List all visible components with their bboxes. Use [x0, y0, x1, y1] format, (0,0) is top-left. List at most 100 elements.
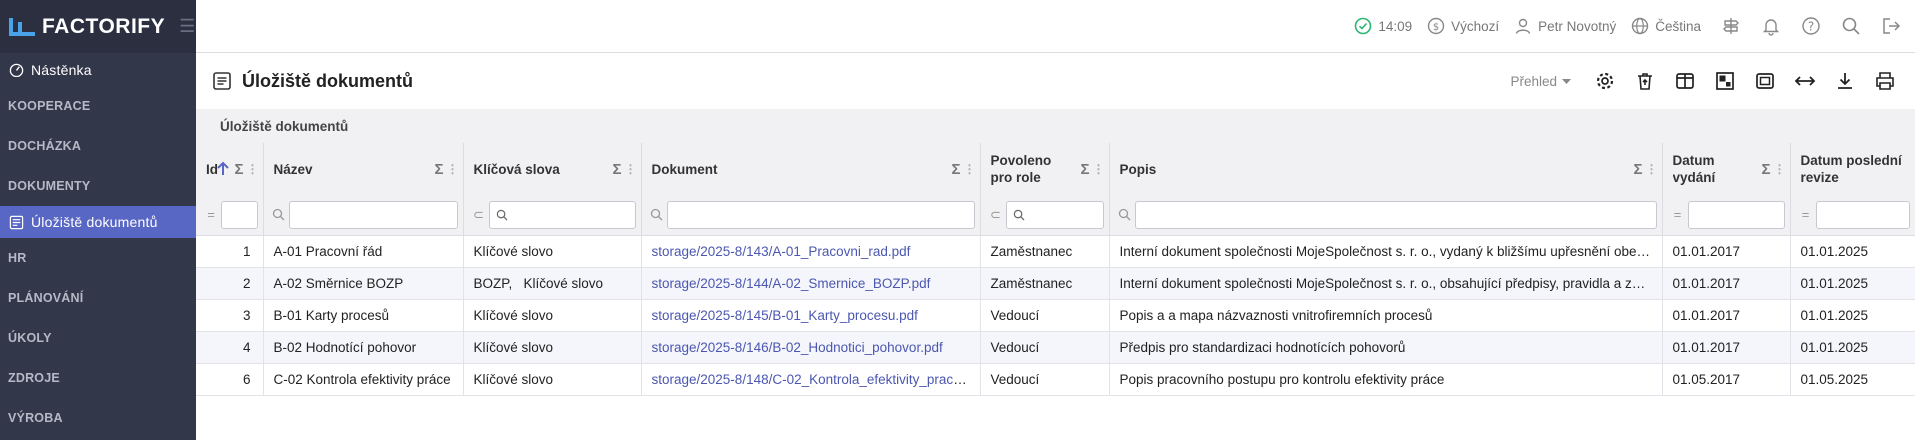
more-icon[interactable]: ⋮ [247, 161, 259, 178]
search-icon[interactable] [269, 208, 289, 221]
equals-icon[interactable]: = [1796, 207, 1816, 222]
signpost-icon[interactable] [1721, 16, 1741, 36]
toolbar: Přehled [1510, 66, 1915, 96]
sum-icon[interactable]: Σ [1633, 161, 1642, 178]
sort-ascending-icon[interactable] [216, 161, 230, 177]
document-link[interactable]: storage/2025-8/145/B-01_Karty_procesu.pd… [652, 308, 918, 323]
more-icon[interactable]: ⋮ [1093, 161, 1105, 178]
view-select-value: Přehled [1510, 73, 1557, 89]
cell-role: Vedoucí [980, 331, 1110, 364]
document-link[interactable]: storage/2025-8/146/B-02_Hodnotici_pohovo… [652, 340, 943, 355]
column-header-description[interactable]: Popis Σ ⋮ [1109, 143, 1663, 195]
layout-button[interactable] [1705, 66, 1745, 96]
sum-icon[interactable]: Σ [612, 161, 621, 178]
bell-icon[interactable] [1761, 16, 1781, 36]
cell-issued: 01.01.2017 [1662, 299, 1791, 332]
more-icon[interactable]: ⋮ [447, 161, 459, 178]
cell-description: Interní dokument společnosti MojeSpolečn… [1109, 267, 1663, 300]
header-row: Id Σ ⋮ Název Σ ⋮ Klíčová slova Σ ⋮ Dokument Σ ⋮… [196, 143, 1915, 195]
logout-icon[interactable] [1881, 16, 1901, 36]
sidebar-item-planovani[interactable]: PLÁNOVÁNÍ [0, 278, 196, 318]
more-icon[interactable]: ⋮ [1774, 161, 1786, 178]
table-row[interactable]: 6 C-02 Kontrola efektivity práce Klíčové… [196, 363, 1915, 396]
help-icon[interactable]: ? [1801, 16, 1821, 36]
column-header-keywords[interactable]: Klíčová slova Σ ⋮ [463, 143, 642, 195]
sidebar-item-hr[interactable]: HR [0, 238, 196, 278]
column-header-name[interactable]: Název Σ ⋮ [263, 143, 464, 195]
settings-button[interactable] [1585, 66, 1625, 96]
column-header-document[interactable]: Dokument Σ ⋮ [641, 143, 981, 195]
subset-icon[interactable]: ⊂ [469, 207, 489, 223]
printer-icon [1876, 72, 1894, 90]
sidebar-item-vyroba[interactable]: VÝROBA [0, 398, 196, 438]
more-icon[interactable]: ⋮ [964, 161, 976, 178]
columns-button[interactable] [1665, 66, 1705, 96]
view-select[interactable]: Přehled [1510, 74, 1575, 89]
currency-selector[interactable]: $ Výchozí [1427, 17, 1499, 35]
filter-input-description[interactable] [1134, 200, 1657, 229]
column-label: Klíčová slova [473, 161, 560, 177]
svg-text:$: $ [1433, 22, 1439, 33]
hamburger-menu-icon[interactable]: ☰ [179, 16, 195, 37]
title-bar: Úložiště dokumentů Přehled [196, 53, 1915, 109]
column-header-id[interactable]: Id Σ ⋮ [196, 143, 264, 195]
download-button[interactable] [1825, 66, 1865, 96]
gear-icon [1596, 72, 1614, 90]
equals-icon[interactable]: = [201, 207, 221, 222]
table-row[interactable]: 3 B-01 Karty procesů Klíčové slovo stora… [196, 299, 1915, 332]
caret-down-icon [1562, 79, 1571, 84]
table-row[interactable]: 1 A-01 Pracovní řád Klíčové slovo storag… [196, 235, 1915, 268]
filter-input-name[interactable] [288, 200, 458, 229]
language-selector[interactable]: Čeština [1631, 17, 1701, 35]
column-header-issued[interactable]: Datum vydání Σ ⋮ [1662, 143, 1791, 195]
user-menu[interactable]: Petr Novotný [1514, 17, 1616, 35]
search-icon[interactable] [1115, 208, 1135, 221]
sidebar-item-dokumenty[interactable]: DOKUMENTY [0, 166, 196, 206]
language-label: Čeština [1655, 18, 1701, 34]
filter-input-role[interactable] [1005, 200, 1104, 229]
filter-input-revision[interactable] [1815, 200, 1910, 229]
sum-icon[interactable]: Σ [1761, 161, 1770, 178]
subset-icon[interactable]: ⊂ [986, 207, 1006, 223]
table-row[interactable]: 2 A-02 Směrnice BOZP BOZP, Klíčové slovo… [196, 267, 1915, 300]
column-header-revision[interactable]: Datum poslední revize [1790, 143, 1915, 195]
filter-cell [263, 195, 464, 236]
sum-icon[interactable]: Σ [434, 161, 443, 178]
table-row[interactable]: 4 B-02 Hodnotící pohovor Klíčové slovo s… [196, 331, 1915, 364]
search-icon[interactable] [647, 208, 667, 221]
filter-input-document[interactable] [666, 200, 975, 229]
filter-input-issued[interactable] [1687, 200, 1785, 229]
filter-input-id[interactable] [221, 200, 258, 229]
filter-cell: = [1790, 195, 1915, 236]
sidebar-item-nastenka[interactable]: Nástěnka [0, 53, 196, 86]
sidebar-item-kooperace[interactable]: KOOPERACE [0, 86, 196, 126]
document-link[interactable]: storage/2025-8/148/C-02_Kontrola_efektiv… [652, 372, 980, 387]
delete-button[interactable] [1625, 66, 1665, 96]
search-icon[interactable] [1841, 16, 1861, 36]
more-icon[interactable]: ⋮ [1646, 161, 1658, 178]
sidebar-item-label: DOKUMENTY [8, 179, 91, 193]
expand-width-button[interactable] [1785, 66, 1825, 96]
sum-icon[interactable]: Σ [1080, 161, 1089, 178]
cell-keywords: Klíčové slovo [463, 363, 642, 396]
sum-icon[interactable]: Σ [951, 161, 960, 178]
filter-input-keywords[interactable] [488, 200, 636, 229]
more-icon[interactable]: ⋮ [625, 161, 637, 178]
cell-name: B-01 Karty procesů [263, 299, 464, 332]
sidebar: FACTORIFY ☰ Nástěnka KOOPERACE DOCHÁZKA … [0, 0, 196, 440]
cell-name: B-02 Hodnotící pohovor [263, 331, 464, 364]
documents-table: Id Σ ⋮ Název Σ ⋮ Klíčová slova Σ ⋮ Dokument Σ ⋮… [196, 143, 1915, 396]
fullscreen-button[interactable] [1745, 66, 1785, 96]
equals-icon[interactable]: = [1668, 207, 1688, 222]
clock-status[interactable]: 14:09 [1354, 17, 1412, 35]
sidebar-item-ukoly[interactable]: ÚKOLY [0, 318, 196, 358]
sidebar-item-uloziste-dokumentu[interactable]: Úložiště dokumentů [0, 206, 196, 238]
cell-description: Předpis pro standardizaci hodnotících po… [1109, 331, 1663, 364]
sum-icon[interactable]: Σ [234, 161, 243, 178]
sidebar-item-dochazka[interactable]: DOCHÁZKA [0, 126, 196, 166]
document-link[interactable]: storage/2025-8/143/A-01_Pracovni_rad.pdf [652, 244, 911, 259]
sidebar-item-zdroje[interactable]: ZDROJE [0, 358, 196, 398]
column-header-role[interactable]: Povoleno pro role Σ ⋮ [980, 143, 1110, 195]
print-button[interactable] [1865, 66, 1905, 96]
document-link[interactable]: storage/2025-8/144/A-02_Smernice_BOZP.pd… [652, 276, 931, 291]
